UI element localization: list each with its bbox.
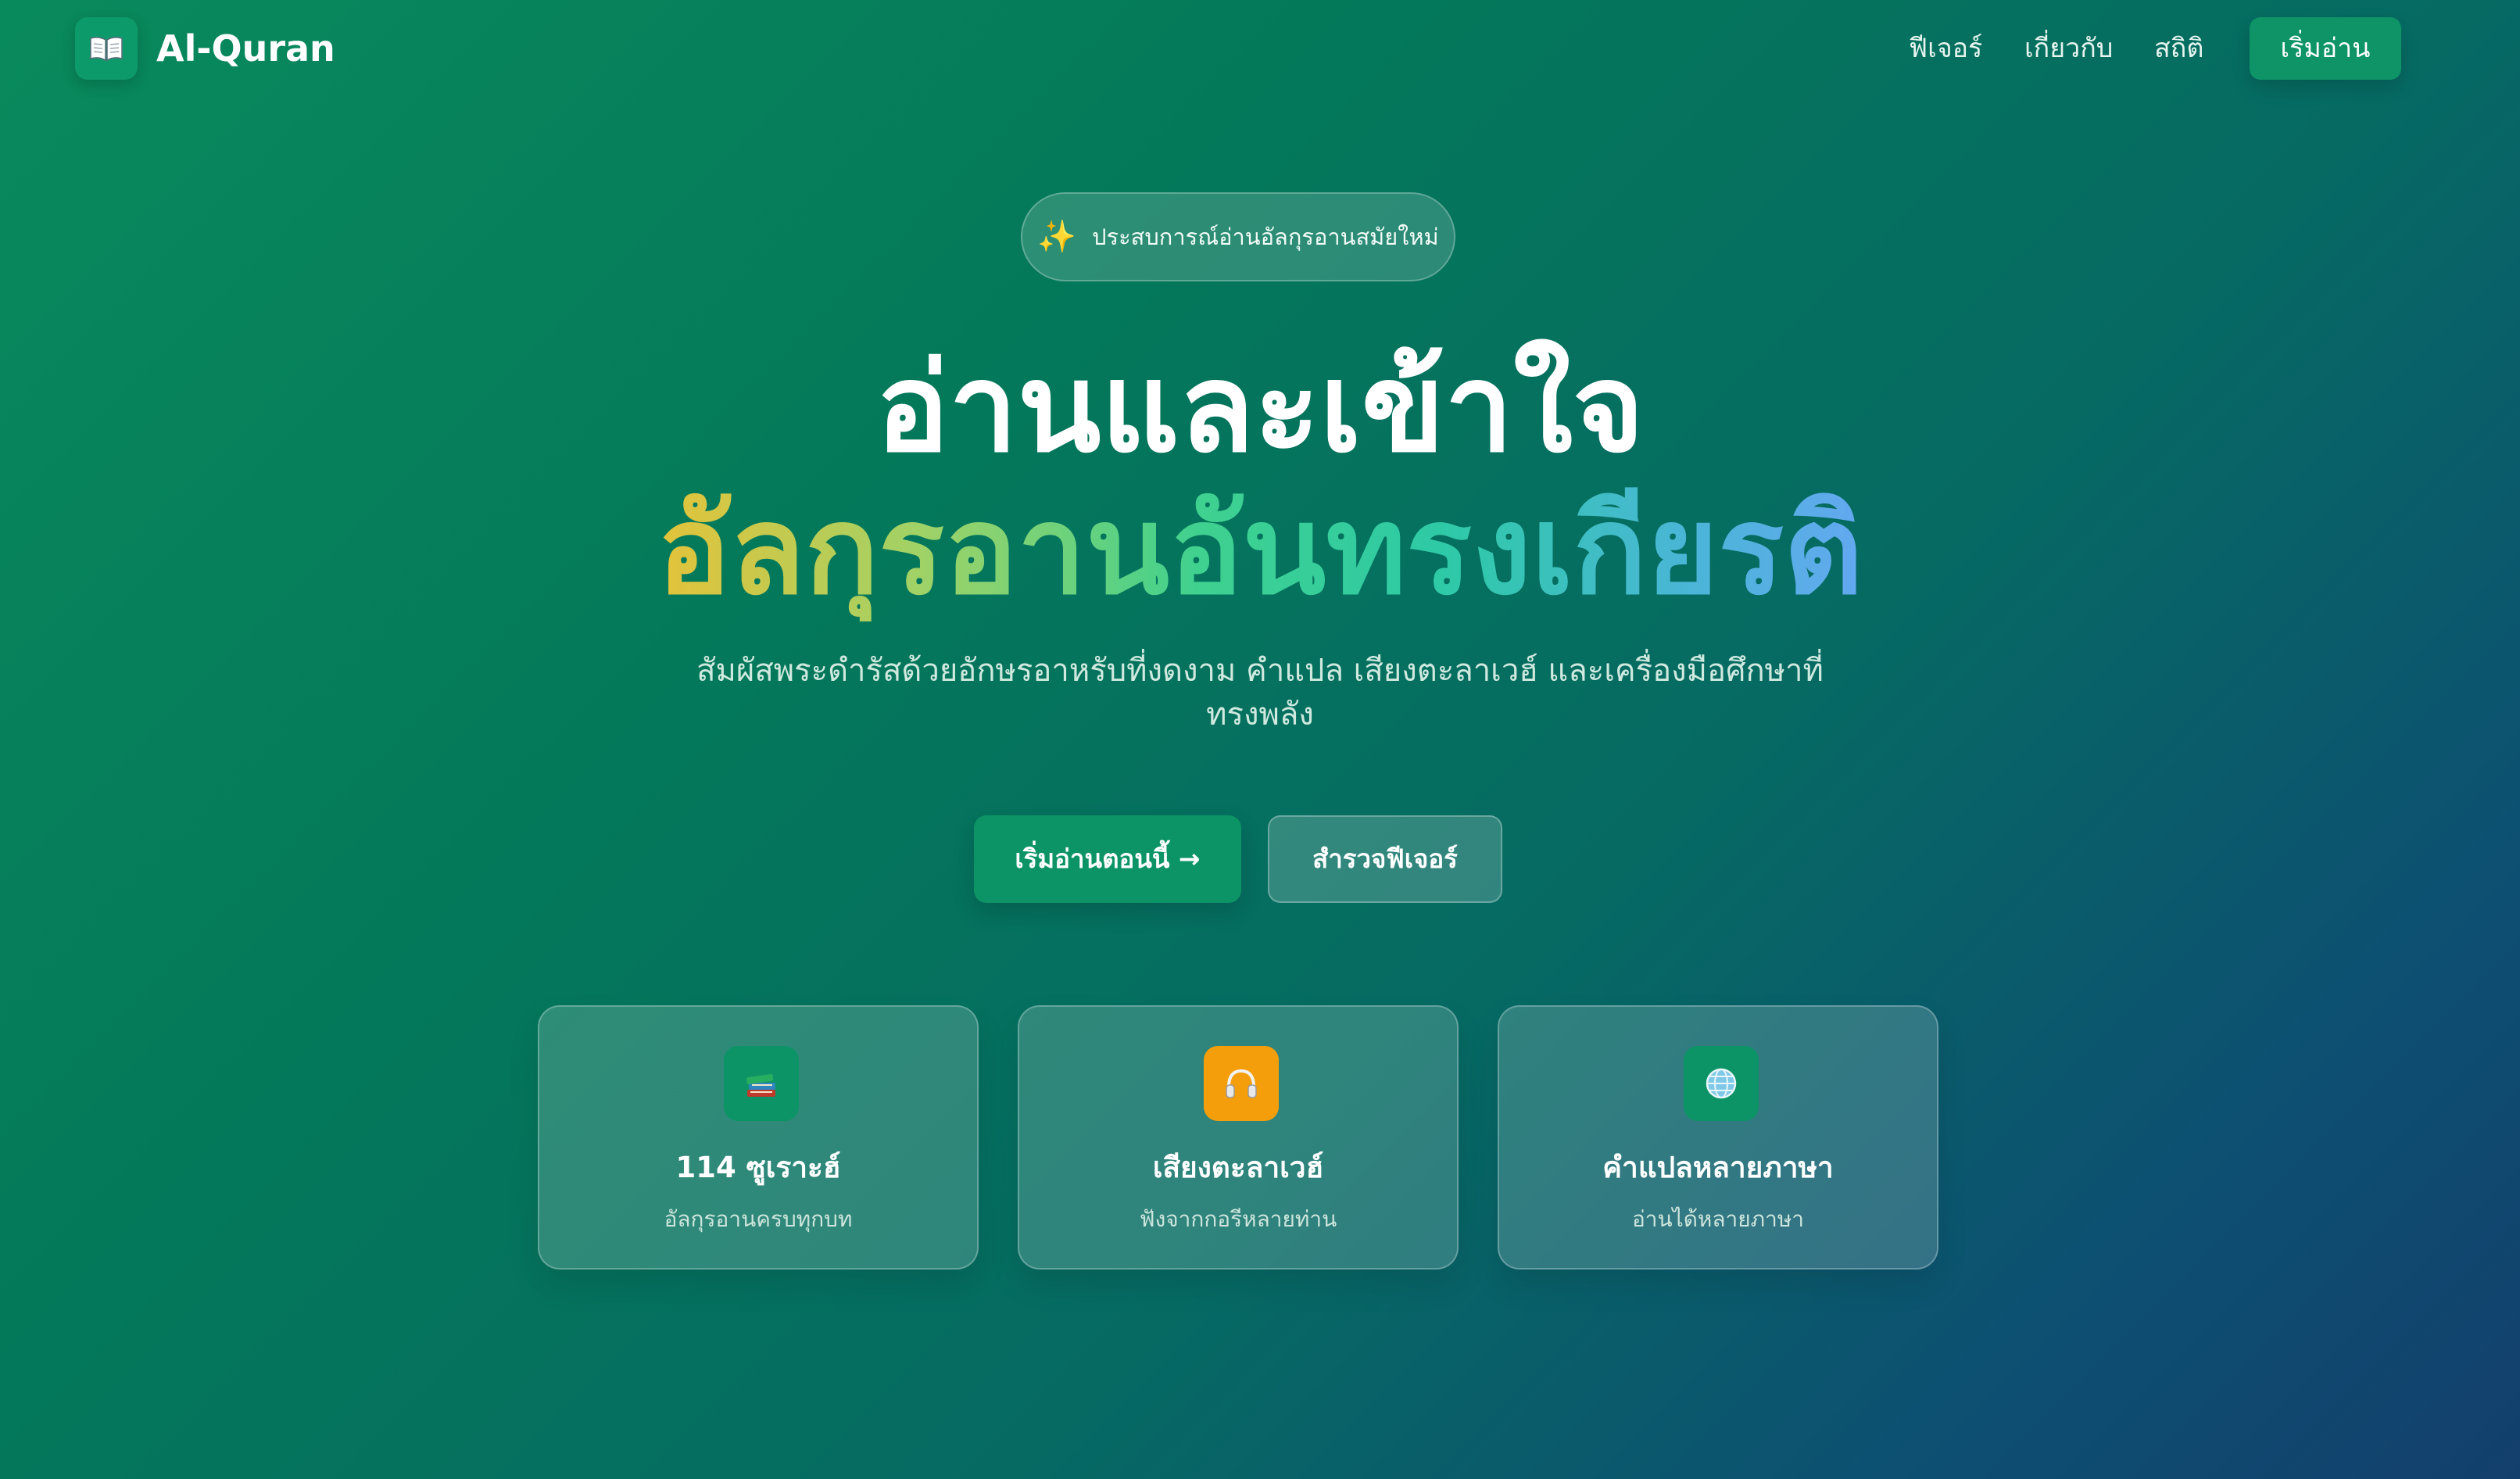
brand-name[interactable]: Al-Quran (156, 23, 335, 73)
explore-features-button[interactable]: สำรวจฟีเจอร์ (1268, 815, 1502, 903)
logo[interactable] (75, 17, 138, 80)
feature-title: 114 ซูเราะฮ์ (675, 1151, 841, 1184)
feature-card-translations[interactable]: คำแปลหลายภาษา อ่านได้หลายภาษา (1498, 1005, 1938, 1270)
feature-card-surahs[interactable]: 114 ซูเราะฮ์ อัลกุรอานครบทุกบท (538, 1005, 979, 1270)
hero-headline-line2: อัลกุรอานอันทรงเกียรติ (0, 480, 2520, 621)
hero-subtitle: สัมผัสพระดำรัสด้วยอักษรอาหรับที่งดงาม คำ… (696, 653, 1824, 732)
top-nav: Al-Quran ฟีเจอร์ เกี่ยวกับ สถิติ เริ่มอ่… (0, 0, 2520, 97)
feature-icon-box (1684, 1046, 1759, 1121)
feature-subtitle: ฟังจากกอรีหลายท่าน (1139, 1206, 1337, 1232)
feature-title: เสียงตะลาเวฮ์ (1152, 1151, 1324, 1184)
hero-headline-gradient-text: อัลกุรอานอันทรงเกียรติ (657, 479, 1863, 621)
nav-link-features[interactable]: ฟีเจอร์ (1909, 28, 1982, 69)
start-reading-now-button[interactable]: เริ่มอ่านตอนนี้ → (974, 815, 1241, 903)
feature-icon-box (724, 1046, 799, 1121)
nav-link-stats[interactable]: สถิติ (2154, 28, 2203, 69)
feature-subtitle: อ่านได้หลายภาษา (1631, 1206, 1805, 1232)
sparkles-icon: ✨ (1037, 219, 1077, 255)
headphones-icon (1226, 1069, 1257, 1098)
hero-badge-text: ประสบการณ์อ่านอัลกุรอานสมัยใหม่ (1092, 224, 1439, 250)
feature-subtitle: อัลกุรอานครบทุกบท (664, 1206, 853, 1232)
start-reading-nav-button[interactable]: เริ่มอ่าน (2250, 17, 2401, 80)
nav-link-about[interactable]: เกี่ยวกับ (2024, 28, 2113, 69)
feature-icon-box (1204, 1046, 1279, 1121)
hero-badge: ✨ ประสบการณ์อ่านอัลกุรอานสมัยใหม่ (1021, 192, 1455, 281)
hero-headline-line1: อ่านและเข้าใจ (875, 337, 1645, 479)
globe-icon (1706, 1068, 1737, 1099)
feature-title: คำแปลหลายภาษา (1602, 1151, 1834, 1184)
books-icon (746, 1073, 775, 1097)
open-book-icon (90, 37, 123, 62)
feature-card-audio[interactable]: เสียงตะลาเวฮ์ ฟังจากกอรีหลายท่าน (1018, 1005, 1459, 1270)
